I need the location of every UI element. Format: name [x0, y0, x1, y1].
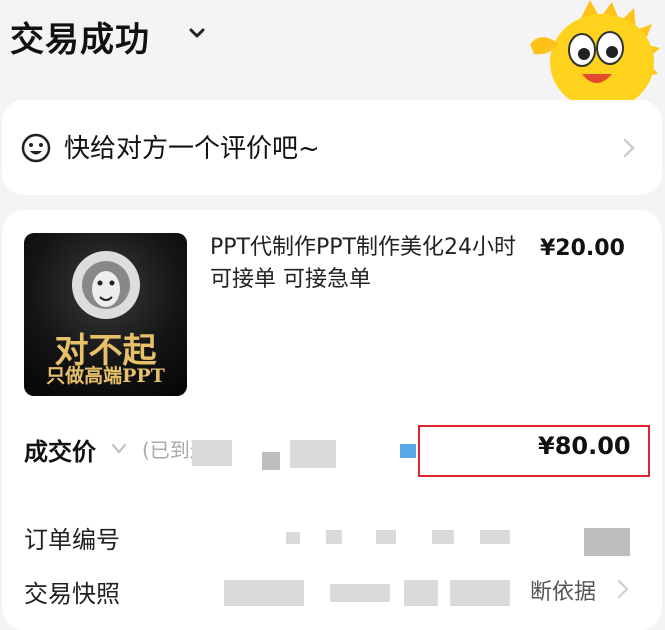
deal-price-label: 成交价: [24, 438, 96, 466]
redacted-block: [286, 532, 300, 544]
redacted-block: [400, 444, 416, 458]
redacted-block: [192, 440, 232, 466]
chevron-right-icon[interactable]: [616, 578, 630, 600]
redacted-block: [584, 528, 630, 556]
redacted-block: [450, 580, 510, 606]
mascot-icon: [530, 0, 660, 108]
chevron-down-icon[interactable]: [110, 442, 128, 456]
chevron-right-icon[interactable]: [620, 136, 638, 160]
order-number-label: 订单编号: [24, 526, 120, 554]
thumbnail-subline: 只做高端PPT: [46, 365, 165, 387]
header: 交易成功: [0, 0, 665, 108]
product-price: ¥20.00: [540, 236, 625, 261]
smiley-icon: [21, 133, 51, 163]
product-title[interactable]: PPT代制作PPT制作美化24小时可接单 可接急单: [210, 232, 530, 296]
redacted-block: [376, 530, 396, 544]
lion-icon: [72, 251, 140, 319]
redacted-block: [326, 530, 342, 544]
page-title: 交易成功: [10, 20, 150, 60]
snapshot-label[interactable]: 交易快照: [24, 574, 120, 609]
review-prompt[interactable]: 快给对方一个评价吧~: [64, 128, 320, 165]
redacted-block: [404, 580, 438, 606]
snapshot-note: 断依据: [530, 580, 597, 605]
redacted-block: [330, 584, 390, 602]
price-highlight-box: [418, 425, 650, 477]
redacted-block: [432, 530, 454, 544]
chevron-down-icon[interactable]: [186, 22, 208, 44]
redacted-block: [480, 530, 510, 544]
product-thumbnail[interactable]: 对不起 只做高端PPT: [24, 233, 187, 396]
redacted-block: [290, 440, 336, 468]
redacted-block: [262, 452, 280, 470]
redacted-block: [224, 580, 304, 606]
